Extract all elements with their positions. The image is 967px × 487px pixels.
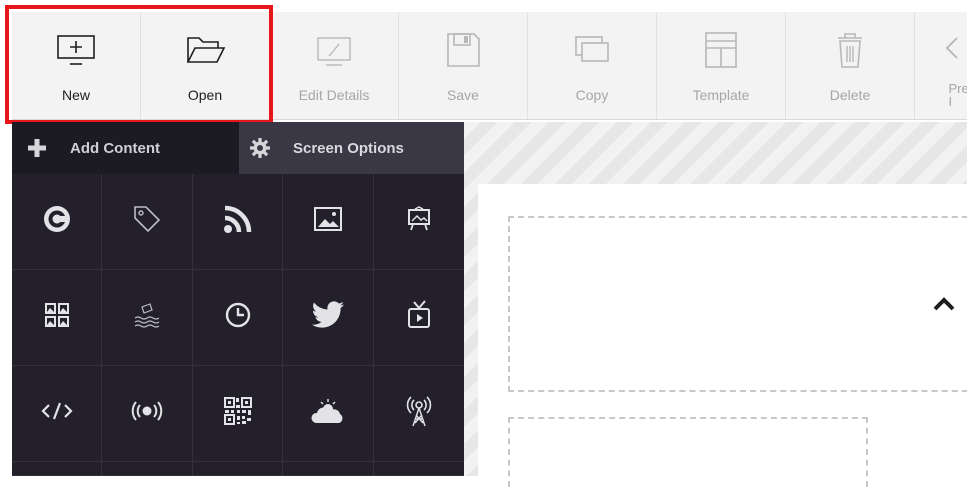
widget-twitter[interactable]	[283, 270, 374, 366]
tab-add-content-label: Add Content	[70, 140, 160, 157]
preview-button[interactable]: Pre I	[915, 12, 967, 119]
panel-tabs: Add Content Screen Options	[12, 122, 464, 174]
brand-c-icon	[43, 205, 71, 238]
widget-code[interactable]	[12, 366, 102, 462]
rss-icon	[222, 203, 254, 240]
main-toolbar: New Open Edit Details S	[12, 12, 967, 120]
open-button[interactable]: Open	[141, 12, 270, 119]
widget-broadcast[interactable]	[102, 366, 193, 462]
widget-grid	[12, 174, 464, 476]
screen-canvas	[464, 122, 967, 476]
new-label: New	[62, 87, 90, 103]
widget-slot[interactable]	[102, 462, 193, 476]
drop-zone-bottom[interactable]	[508, 417, 868, 487]
widget-antenna[interactable]	[374, 366, 464, 462]
antenna-icon	[406, 395, 432, 432]
copy-label: Copy	[576, 87, 609, 103]
widget-image[interactable]	[283, 174, 374, 270]
gallery-grid-icon	[44, 302, 70, 333]
widget-tag[interactable]	[102, 174, 193, 270]
code-icon	[40, 401, 74, 426]
screen-stage	[478, 184, 967, 476]
image-icon	[313, 206, 343, 237]
tab-add-content[interactable]: Add Content	[12, 122, 239, 174]
widget-brand[interactable]	[12, 174, 102, 270]
clock-icon	[224, 301, 252, 334]
folder-open-icon	[183, 30, 227, 70]
delete-label: Delete	[830, 87, 870, 103]
tag-icon	[131, 203, 163, 240]
widget-slot[interactable]	[283, 462, 374, 476]
template-label: Template	[693, 87, 750, 103]
qr-code-icon	[223, 396, 253, 431]
template-icon	[699, 30, 743, 70]
broadcast-icon	[130, 400, 164, 427]
widget-slot[interactable]	[193, 462, 283, 476]
tv-icon	[406, 300, 432, 335]
slideshow-icon	[407, 206, 431, 237]
new-button[interactable]: New	[12, 12, 141, 119]
widget-slot[interactable]	[374, 462, 464, 476]
widget-slot[interactable]	[12, 462, 102, 476]
drop-zone-top[interactable]	[508, 216, 967, 392]
edit-details-button[interactable]: Edit Details	[270, 12, 399, 119]
widget-weather[interactable]	[283, 366, 374, 462]
widget-slideshow[interactable]	[374, 174, 464, 270]
chevron-up-icon[interactable]	[932, 296, 956, 312]
gear-icon	[249, 137, 271, 159]
twitter-icon	[311, 301, 345, 334]
widget-tv[interactable]	[374, 270, 464, 366]
save-icon	[441, 30, 485, 70]
copy-icon	[570, 30, 614, 70]
edit-details-label: Edit Details	[299, 87, 370, 103]
template-button[interactable]: Template	[657, 12, 786, 119]
edit-details-icon	[312, 30, 356, 70]
tab-screen-options[interactable]: Screen Options	[239, 122, 464, 174]
ticker-wave-icon	[132, 301, 162, 334]
widget-rss[interactable]	[193, 174, 283, 270]
delete-button[interactable]: Delete	[786, 12, 915, 119]
copy-button[interactable]: Copy	[528, 12, 657, 119]
widget-ticker[interactable]	[102, 270, 193, 366]
preview-label: Pre I	[915, 82, 967, 108]
save-button[interactable]: Save	[399, 12, 528, 119]
widget-clock[interactable]	[193, 270, 283, 366]
widget-qr[interactable]	[193, 366, 283, 462]
plus-icon	[26, 137, 48, 159]
open-label: Open	[188, 87, 222, 103]
new-screen-icon	[54, 30, 98, 70]
save-label: Save	[447, 87, 479, 103]
preview-icon	[915, 30, 967, 70]
trash-icon	[828, 30, 872, 70]
widget-gallery[interactable]	[12, 270, 102, 366]
content-panel: Add Content Screen Options	[12, 122, 464, 476]
weather-icon	[311, 398, 345, 429]
tab-screen-options-label: Screen Options	[293, 140, 404, 157]
